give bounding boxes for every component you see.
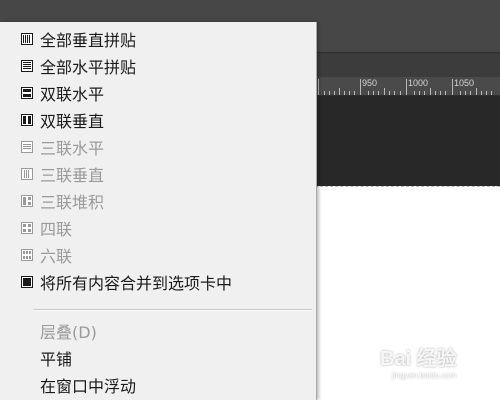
menu-item-label: 六联	[40, 247, 73, 266]
menu-item-three-up-horizontal[interactable]: 三联水平	[0, 134, 316, 160]
ruler-tick	[470, 91, 471, 95]
ruler-tick	[394, 91, 395, 95]
ruler-tick	[349, 91, 350, 95]
menu-item-label: 三联堆积	[40, 193, 105, 212]
six-up-icon	[21, 249, 33, 261]
ruler-tick	[334, 91, 335, 95]
menu-item-tile-all-horizontally[interactable]: 全部水平拼贴	[0, 53, 316, 79]
document-tab-strip[interactable]	[310, 53, 500, 78]
ruler-tick	[389, 91, 390, 95]
menu-item-label: 在窗口中浮动	[40, 377, 137, 396]
three-up-vertical-icon	[21, 168, 33, 180]
menu-item-float-in-window[interactable]: 在窗口中浮动	[0, 372, 316, 398]
ruler-tick	[324, 91, 325, 95]
ruler-tick	[424, 91, 425, 95]
document-canvas-edge	[310, 186, 500, 188]
ruler-tick	[329, 91, 330, 95]
menu-item-label: 将所有内容合并到选项卡中	[40, 274, 233, 293]
ruler-tick	[406, 79, 407, 95]
ruler-tick	[354, 91, 355, 95]
ruler-tick	[481, 91, 482, 95]
ruler-tick	[430, 88, 431, 95]
menu-item-label: 平铺	[40, 350, 73, 369]
menu-item-tile-all-vertically[interactable]: 全部垂直拼贴	[0, 26, 316, 52]
ruler-tick	[384, 88, 385, 95]
ruler-tick	[400, 91, 401, 95]
horizontal-ruler: 950 1000 1050	[310, 77, 500, 96]
ruler-tick	[445, 91, 446, 95]
ruler-tick	[452, 79, 453, 95]
menu-item-three-up-vertical[interactable]: 三联垂直	[0, 161, 316, 187]
ruler-tick	[339, 88, 340, 95]
watermark-brand: Bai 经验	[380, 348, 457, 370]
watermark-url: jingyan.baidu.com	[392, 371, 457, 380]
menu-item-consolidate-all-to-tabs[interactable]: 将所有内容合并到选项卡中	[0, 269, 316, 295]
ruler-tick	[378, 91, 379, 95]
four-up-icon	[21, 222, 33, 234]
ruler-tick	[476, 88, 477, 95]
ruler-tick	[373, 91, 374, 95]
three-up-stacked-icon	[21, 195, 33, 207]
menu-item-label: 四联	[40, 220, 73, 239]
ruler-tick	[460, 91, 461, 95]
ruler-label: 950	[362, 78, 378, 88]
baidu-jingyan-watermark: Bai 经验 jingyan.baidu.com	[380, 342, 457, 380]
menu-item-three-up-stacked[interactable]: 三联堆积	[0, 188, 316, 214]
tile-vertical-all-icon	[21, 33, 33, 45]
menu-item-label: 三联垂直	[40, 166, 105, 185]
ruler-label: 1000	[408, 78, 429, 88]
arrange-menu: 全部垂直拼贴 全部水平拼贴 双联水平 双联垂直 三联水平 三联垂直 三联堆积 四…	[0, 22, 317, 400]
menu-item-four-up[interactable]: 四联	[0, 215, 316, 241]
menu-item-label: 三联水平	[40, 139, 105, 158]
ruler-tick	[360, 79, 361, 95]
menu-item-label: 全部垂直拼贴	[40, 31, 137, 50]
ruler-tick	[414, 91, 415, 95]
menu-item-two-up-horizontal[interactable]: 双联水平	[0, 80, 316, 106]
ruler-tick	[465, 91, 466, 95]
ruler-tick	[419, 91, 420, 95]
menu-item-cascade[interactable]: 层叠(D)	[0, 318, 316, 344]
consolidate-tabs-icon	[21, 276, 33, 288]
ruler-tick	[440, 91, 441, 95]
menu-item-label: 双联垂直	[40, 112, 105, 131]
menu-item-six-up[interactable]: 六联	[0, 242, 316, 268]
menu-item-label: 双联水平	[40, 85, 105, 104]
ruler-tick	[318, 79, 319, 95]
menu-item-tile[interactable]: 平铺	[0, 345, 316, 371]
menu-item-label: 层叠(D)	[40, 323, 97, 342]
menu-item-label: 全部水平拼贴	[40, 58, 137, 77]
ruler-tick	[344, 91, 345, 95]
ruler-tick	[435, 91, 436, 95]
three-up-horizontal-icon	[21, 141, 33, 153]
ruler-tick	[486, 91, 487, 95]
two-up-horizontal-icon	[21, 87, 33, 99]
two-up-vertical-icon	[21, 114, 33, 126]
pasteboard-area	[310, 96, 500, 186]
menu-separator	[33, 309, 312, 311]
ruler-tick	[368, 91, 369, 95]
ruler-label: 1050	[454, 78, 475, 88]
ruler-tick	[491, 91, 492, 95]
tile-horizontal-all-icon	[21, 60, 33, 72]
menu-item-two-up-vertical[interactable]: 双联垂直	[0, 107, 316, 133]
